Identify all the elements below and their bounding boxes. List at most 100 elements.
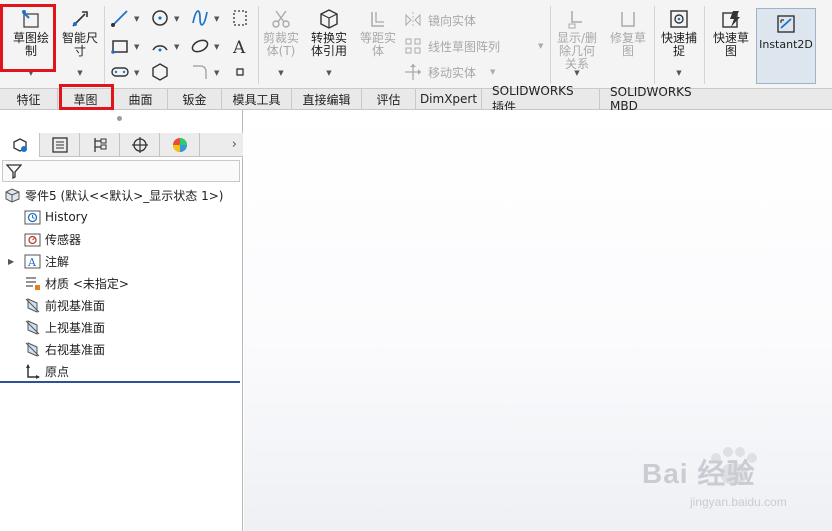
tree-item-label: 传感器 <box>45 232 82 247</box>
tree-item-origin[interactable]: 原点 <box>0 360 243 382</box>
smart-dimension-button[interactable]: 智能尺 寸 ▼ <box>58 0 102 86</box>
tree-item-label: 上视基准面 <box>45 320 106 335</box>
chevron-down-icon[interactable]: ▼ <box>174 15 179 23</box>
feature-manager-tab[interactable] <box>0 133 40 157</box>
display-delete-relations-button[interactable]: 显示/删 除几何 关系 ▼ <box>552 0 602 86</box>
linear-pattern-icon <box>405 38 421 54</box>
point-icon[interactable] <box>230 62 250 82</box>
move-entities-button[interactable]: 移动实体 <box>404 61 476 83</box>
offset-entities-button[interactable]: 等距实 体 <box>354 0 402 86</box>
tab-dimxpert[interactable]: DimXpert <box>416 89 482 109</box>
arc-icon[interactable] <box>150 36 170 56</box>
chevron-down-icon[interactable]: ▼ <box>538 42 543 50</box>
rapid-sketch-button[interactable]: 快速草 图 <box>706 0 756 86</box>
chevron-down-icon[interactable]: ▼ <box>278 67 283 80</box>
quick-snaps-button[interactable]: 快速捕 捉 ▼ <box>656 0 702 86</box>
feature-filter-bar[interactable] <box>2 160 240 182</box>
tree-item-history[interactable]: History <box>0 206 243 228</box>
mirror-entities-button[interactable]: 镜向实体 <box>404 9 476 31</box>
tree-item-sensors[interactable]: 传感器 <box>0 228 243 250</box>
convert-entities-button[interactable]: 转换实 体引用 ▼ <box>304 0 354 86</box>
watermark-brand: Bai 经验 <box>642 458 756 489</box>
chevron-down-icon[interactable]: ▼ <box>490 68 495 76</box>
tree-item-label: 原点 <box>45 364 70 379</box>
tab-surfaces[interactable]: 曲面 <box>114 89 168 109</box>
chevron-down-icon[interactable]: ▼ <box>77 67 82 80</box>
sketch-highlight <box>0 4 56 72</box>
tree-item-top-plane[interactable]: 上视基准面 <box>0 316 243 338</box>
line-icon[interactable] <box>110 8 130 28</box>
tab-evaluate[interactable]: 评估 <box>362 89 416 109</box>
pane-splitter-handle[interactable] <box>117 116 122 121</box>
ribbon-divider <box>704 6 705 84</box>
ribbon-divider <box>104 6 105 84</box>
tree-root-label: 零件5 (默认<<默认>_显示状态 1>) <box>25 188 224 203</box>
configuration-manager-tab[interactable] <box>80 133 120 157</box>
polygon-icon[interactable] <box>150 62 170 82</box>
crosshair-icon <box>131 137 148 153</box>
tree-root-part[interactable]: 零件5 (默认<<默认>_显示状态 1>) <box>0 184 243 206</box>
sketch-tab-highlight <box>59 84 114 110</box>
chevron-down-icon[interactable]: ▼ <box>214 15 219 23</box>
ellipse-icon[interactable] <box>190 36 210 56</box>
chevron-down-icon[interactable]: ▼ <box>214 69 219 77</box>
tab-solidworks-mbd[interactable]: SOLIDWORKS MBD <box>600 85 718 113</box>
chevron-down-icon[interactable]: ▼ <box>574 67 579 80</box>
display-manager-tab[interactable] <box>160 133 200 157</box>
property-manager-tab[interactable] <box>40 133 80 157</box>
mirror-icon <box>405 12 421 28</box>
circle-icon[interactable] <box>150 8 170 28</box>
display-delete-relations-label: 显示/删 除几何 关系 <box>556 31 598 71</box>
tab-features[interactable]: 特征 <box>0 89 58 109</box>
fillet-icon[interactable] <box>190 62 210 82</box>
chevron-down-icon[interactable]: ▼ <box>134 43 139 51</box>
repair-sketch-icon <box>621 12 635 27</box>
tree-item-label: 前视基准面 <box>45 298 106 313</box>
mirror-entities-label: 镜向实体 <box>428 13 477 28</box>
tab-sheet-metal[interactable]: 钣金 <box>168 89 222 109</box>
text-icon[interactable]: A <box>230 36 250 58</box>
chevron-down-icon[interactable]: ▼ <box>134 69 139 77</box>
tree-item-front-plane[interactable]: 前视基准面 <box>0 294 243 316</box>
tree-item-label: 右视基准面 <box>45 342 106 357</box>
property-list-icon <box>51 137 68 153</box>
ribbon-divider <box>550 6 551 84</box>
offset-entities-label: 等距实 体 <box>359 31 396 58</box>
filter-icon <box>6 164 22 179</box>
repair-sketch-button[interactable]: 修复草 图 <box>604 0 652 86</box>
tab-mold-tools[interactable]: 模具工具 <box>222 89 292 109</box>
tree-item-annotations[interactable]: ▶ A 注解 <box>0 250 243 272</box>
trim-entities-button[interactable]: 剪裁实 体(T) ▼ <box>258 0 304 86</box>
spline-icon[interactable] <box>190 8 210 28</box>
move-icon <box>405 64 421 80</box>
sensor-icon <box>24 233 41 246</box>
expand-arrow-icon[interactable]: ▶ <box>8 257 14 266</box>
tree-item-material[interactable]: 材质 <未指定> <box>0 272 243 294</box>
chevron-down-icon[interactable]: ▼ <box>134 15 139 23</box>
convert-entities-label: 转换实 体引用 <box>310 31 347 58</box>
instant2d-button[interactable]: Instant2D <box>756 8 816 84</box>
rollback-bar[interactable] <box>0 381 240 383</box>
feature-manager-pane: › 零件5 (默认<<默认>_显示状态 1>) History 传感器 ▶ A … <box>0 110 243 531</box>
dimxpert-manager-tab[interactable] <box>120 133 160 157</box>
instant2d-icon <box>777 15 795 33</box>
slot-icon[interactable] <box>110 62 130 82</box>
chevron-down-icon[interactable]: ▼ <box>214 43 219 51</box>
part-icon <box>5 187 20 203</box>
plane-icon <box>25 319 40 335</box>
chevron-down-icon[interactable]: ▼ <box>326 67 331 80</box>
tab-solidworks-addins[interactable]: SOLIDWORKS 插件 <box>482 84 600 114</box>
appearance-icon <box>172 138 187 152</box>
tree-item-right-plane[interactable]: 右视基准面 <box>0 338 243 360</box>
chevron-down-icon[interactable]: ▼ <box>676 67 681 80</box>
construction-geometry-icon[interactable] <box>230 8 250 28</box>
rectangle-icon[interactable] <box>110 36 130 56</box>
chevron-right-icon[interactable]: › <box>232 137 237 152</box>
chevron-down-icon[interactable]: ▼ <box>174 43 179 51</box>
command-manager-tabs: 特征 草图 曲面 钣金 模具工具 直接编辑 评估 DimXpert SOLIDW… <box>0 84 832 114</box>
tab-direct-editing[interactable]: 直接编辑 <box>292 89 362 109</box>
quick-snaps-label: 快速捕 捉 <box>660 31 697 58</box>
plane-icon <box>25 297 40 313</box>
origin-icon <box>26 363 40 379</box>
linear-sketch-pattern-button[interactable]: 线性草图阵列 <box>404 35 500 57</box>
